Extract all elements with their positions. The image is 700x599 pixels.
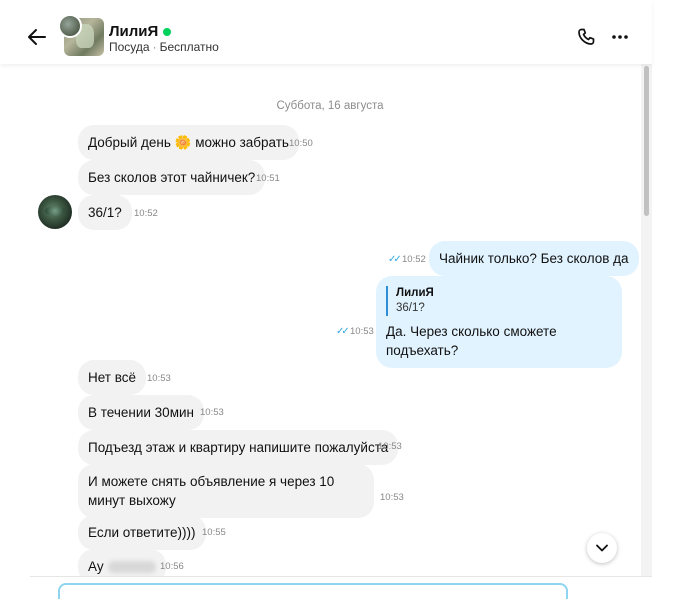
outgoing-message[interactable]: Чайник только? Без сколов да	[429, 241, 639, 276]
message-text: И можете снять объявление я через 10 мин…	[88, 474, 335, 508]
incoming-message[interactable]: Подъезд этаж и квартиру напишите пожалуй…	[78, 430, 399, 465]
message-time: 10:53	[147, 373, 171, 384]
listing-price: Бесплатно	[159, 40, 219, 54]
listing-avatar[interactable]	[58, 14, 104, 58]
scrollbar-thumb[interactable]	[644, 66, 649, 216]
message-time: 10:53	[200, 407, 224, 418]
message-text: Добрый день 🌼 можно забрать	[88, 135, 289, 150]
user-name-row[interactable]: ЛилиЯ	[109, 23, 172, 40]
message-text: 36/1?	[88, 205, 122, 220]
online-status-indicator	[163, 27, 172, 36]
message-time: 10:52	[402, 254, 426, 265]
double-check-icon: ✓✓	[388, 254, 402, 265]
blurred-name	[107, 561, 156, 574]
back-arrow-icon[interactable]	[26, 26, 48, 48]
message-text: Да. Через сколько сможете подъехать?	[386, 324, 557, 358]
chevron-down-icon	[596, 544, 608, 552]
more-dots-icon[interactable]	[612, 34, 628, 40]
incoming-message[interactable]: В течении 30мин	[78, 395, 204, 430]
chat-header: ЛилиЯ Посуда · Бесплатно	[0, 0, 652, 64]
quote-text: 36/1?	[396, 302, 425, 314]
listing-title: Посуда	[109, 40, 150, 54]
message-time: 10:52	[134, 208, 158, 219]
divider	[30, 576, 652, 577]
message-list[interactable]: Суббота, 16 августа Добрый день 🌼 можно …	[0, 64, 652, 576]
message-text: Если ответите))))	[88, 525, 196, 540]
scroll-to-bottom-button[interactable]	[587, 533, 617, 563]
incoming-message[interactable]: Ау	[78, 549, 166, 576]
listing-separator: ·	[152, 40, 157, 54]
date-separator: Суббота, 16 августа	[276, 100, 384, 112]
message-time: 10:53	[378, 441, 402, 452]
message-time: 10:55	[202, 527, 226, 538]
user-avatar	[58, 14, 82, 38]
message-time: 10:51	[256, 173, 280, 184]
message-text: Без сколов этот чайничек?	[88, 170, 256, 185]
incoming-message[interactable]: 36/1?	[78, 195, 132, 230]
message-text: Чайник только? Без сколов да	[439, 251, 629, 266]
message-text: В течении 30мин	[88, 405, 194, 420]
message-text: Подъезд этаж и квартиру напишите пожалуй…	[88, 440, 389, 455]
outgoing-reply-message[interactable]: ЛилиЯ 36/1? Да. Через сколько сможете по…	[376, 276, 622, 368]
message-text: Нет всё	[88, 370, 137, 385]
double-check-icon: ✓✓	[336, 326, 350, 337]
message-time: 10:56	[160, 561, 184, 572]
quote-author: ЛилиЯ	[396, 287, 434, 299]
scrollbar[interactable]	[641, 64, 652, 576]
message-time: 10:53	[380, 492, 404, 503]
message-input[interactable]	[58, 583, 568, 599]
incoming-message[interactable]: Без сколов этот чайничек?	[78, 160, 266, 195]
incoming-message[interactable]: Нет всё	[78, 360, 147, 395]
incoming-message[interactable]: И можете снять объявление я через 10 мин…	[78, 464, 374, 518]
message-time: 10:50	[289, 138, 313, 149]
phone-icon[interactable]	[576, 27, 596, 47]
listing-info[interactable]: Посуда · Бесплатно	[109, 40, 219, 54]
quoted-message[interactable]: ЛилиЯ 36/1?	[386, 286, 612, 316]
message-text: Ау	[88, 559, 104, 574]
incoming-message[interactable]: Добрый день 🌼 можно забрать	[78, 125, 299, 160]
message-time: 10:53	[350, 326, 374, 337]
user-name[interactable]: ЛилиЯ	[109, 23, 158, 40]
peer-avatar[interactable]	[38, 195, 72, 229]
incoming-message[interactable]: Если ответите))))	[78, 515, 206, 550]
